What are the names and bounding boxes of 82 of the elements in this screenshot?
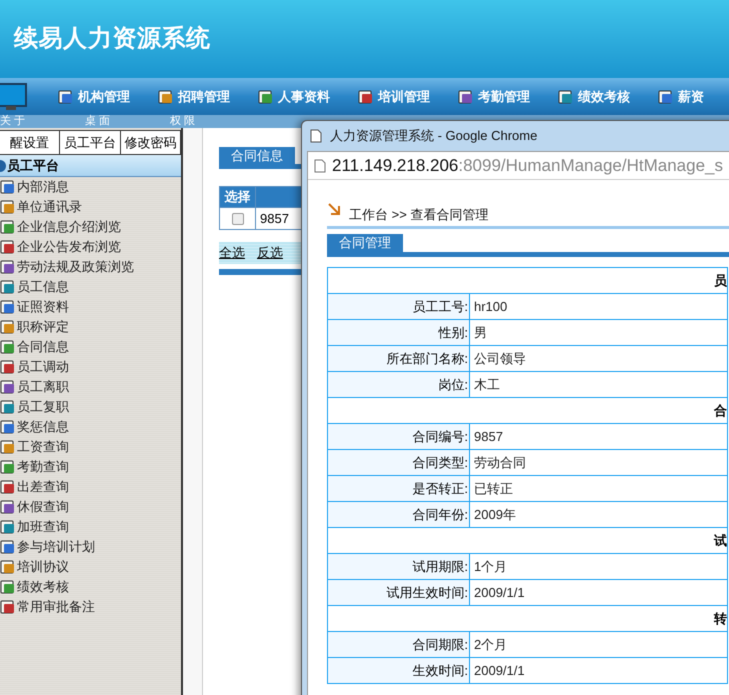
- field-value: 男: [470, 320, 728, 346]
- field-label: 是否转正:: [328, 476, 470, 502]
- nav-item[interactable]: 培训管理: [358, 86, 430, 106]
- sidebar-item[interactable]: 内部消息: [0, 177, 181, 197]
- nav-item[interactable]: 人事资料: [258, 86, 330, 106]
- field-value: 公司领导: [470, 346, 728, 372]
- field-label: 合同编号:: [328, 424, 470, 450]
- field-label: 合同类型:: [328, 450, 470, 476]
- sidebar-item[interactable]: 加班查询: [0, 517, 181, 537]
- section-header[interactable]: 员工平台: [0, 155, 181, 177]
- field-label: 试用生效时间:: [328, 580, 470, 606]
- sidebar-item[interactable]: 单位通讯录: [0, 197, 181, 217]
- content-tab[interactable]: 合同信息: [219, 147, 295, 164]
- sidebar-item[interactable]: 员工调动: [0, 357, 181, 377]
- field-value: 2009年: [470, 502, 728, 528]
- tile-icon: [558, 88, 574, 104]
- field-value: 2个月: [470, 632, 728, 658]
- sidebar-tab[interactable]: 醒设置: [0, 131, 60, 154]
- field-value: 已转正: [470, 476, 728, 502]
- sidebar-item[interactable]: 奖惩信息: [0, 417, 181, 437]
- sidebar-item[interactable]: 休假查询: [0, 497, 181, 517]
- sidebar-item[interactable]: 企业信息介绍浏览: [0, 217, 181, 237]
- page-icon: [314, 158, 326, 172]
- sidebar-item[interactable]: 员工复职: [0, 397, 181, 417]
- sidebar-item[interactable]: 培训协议: [0, 557, 181, 577]
- field-value: 1个月: [470, 554, 728, 580]
- tile-icon: [358, 88, 374, 104]
- section-title: 合: [714, 402, 727, 418]
- content-tab[interactable]: 合同管理: [327, 234, 403, 252]
- nav-item[interactable]: 招聘管理: [158, 86, 230, 106]
- nav-item[interactable]: 薪资: [658, 86, 704, 106]
- arrow-icon: [327, 202, 341, 216]
- sidebar-item[interactable]: 工资查询: [0, 437, 181, 457]
- action-link[interactable]: 全选: [219, 243, 245, 263]
- field-label: 生效时间:: [328, 658, 470, 684]
- sidebar-item[interactable]: 绩效考核: [0, 577, 181, 597]
- sidebar-item[interactable]: 合同信息: [0, 337, 181, 357]
- window-title: 人力资源管理系统 - Google Chrome: [330, 127, 538, 146]
- field-value: 木工: [470, 372, 728, 398]
- section-title: 员: [714, 272, 727, 288]
- section-title: 转: [714, 610, 727, 626]
- sidebar-item[interactable]: 员工信息: [0, 277, 181, 297]
- field-label: 合同期限:: [328, 632, 470, 658]
- sidebar-item[interactable]: 出差查询: [0, 477, 181, 497]
- splitter[interactable]: [183, 128, 203, 695]
- sidebar-item[interactable]: 常用审批备注: [0, 597, 181, 617]
- field-label: 性别:: [328, 320, 470, 346]
- field-label: 试用期限:: [328, 554, 470, 580]
- column-header: 选择: [220, 186, 256, 208]
- field-label: 岗位:: [328, 372, 470, 398]
- sidebar-item[interactable]: 证照资料: [0, 297, 181, 317]
- sidebar-item[interactable]: 劳动法规及政策浏览: [0, 257, 181, 277]
- sidebar-item[interactable]: 参与培训计划: [0, 537, 181, 557]
- sidebar-item[interactable]: 职称评定: [0, 317, 181, 337]
- field-label: 员工工号:: [328, 294, 470, 320]
- sidebar-tab[interactable]: 修改密码: [120, 131, 181, 154]
- nav-item[interactable]: 机构管理: [58, 86, 130, 106]
- monitor-icon: [0, 82, 28, 112]
- sidebar-tab[interactable]: 员工平台: [60, 131, 121, 154]
- sidebar-item[interactable]: 考勤查询: [0, 457, 181, 477]
- nav-item[interactable]: 绩效考核: [558, 86, 630, 106]
- field-label: 合同年份:: [328, 502, 470, 528]
- field-value: hr100: [470, 294, 728, 320]
- field-value: 劳动合同: [470, 450, 728, 476]
- sidebar-item[interactable]: 员工离职: [0, 377, 181, 397]
- sidebar-item[interactable]: 企业公告发布浏览: [0, 237, 181, 257]
- section-title: 试: [714, 532, 727, 548]
- page-icon: [310, 129, 322, 143]
- tile-icon: [658, 88, 674, 104]
- url-text: 211.149.218.206:8099/HumanManage/HtManage_s: [332, 154, 723, 177]
- field-value: 2009/1/1: [470, 658, 728, 684]
- tile-icon: [158, 88, 174, 104]
- field-label: 所在部门名称:: [328, 346, 470, 372]
- row-checkbox[interactable]: [232, 213, 244, 226]
- field-value: 2009/1/1: [470, 580, 728, 606]
- tile-icon: [58, 88, 74, 104]
- nav-item[interactable]: 考勤管理: [458, 86, 530, 106]
- tile-icon: [458, 88, 474, 104]
- field-value: 9857: [470, 424, 728, 450]
- tile-icon: [258, 88, 274, 104]
- app-title: 续易人力资源系统: [14, 24, 211, 54]
- action-link[interactable]: 反选: [257, 243, 283, 263]
